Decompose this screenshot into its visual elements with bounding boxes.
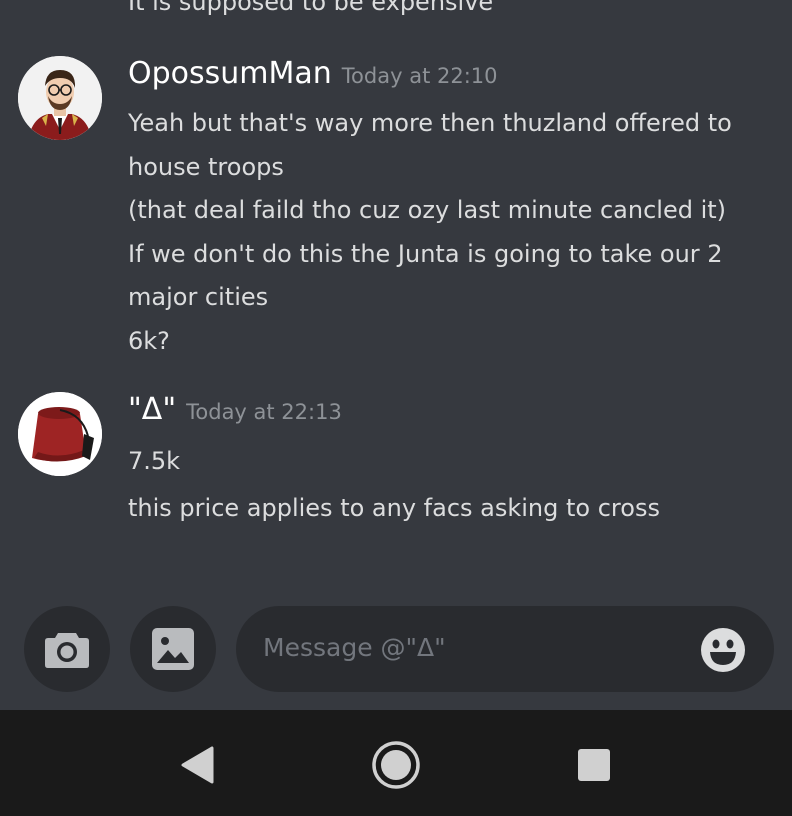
camera-button[interactable] (24, 606, 110, 692)
username[interactable]: OpossumMan (128, 56, 332, 91)
chat-messages: It is supposed to be expensive OpossumMa… (0, 0, 792, 600)
timestamp: Today at 22:13 (186, 400, 342, 424)
triangle-back-icon (181, 746, 214, 784)
back-button[interactable] (172, 740, 222, 790)
message-line: Yeah but that's way more then thuzland o… (128, 109, 732, 137)
message-line: major cities (128, 283, 269, 311)
previous-message-text: It is supposed to be expensive (128, 0, 494, 16)
message-line: this price applies to any facs asking to… (128, 493, 660, 522)
home-button[interactable] (371, 740, 421, 790)
gallery-button[interactable] (130, 606, 216, 692)
message-header: OpossumMan Today at 22:10 (128, 56, 498, 91)
message-body: 7.5k this price applies to any facs aski… (128, 440, 660, 530)
recents-button[interactable] (569, 740, 619, 790)
message-line: house troops (128, 152, 284, 181)
username[interactable]: "Δ" (128, 392, 176, 427)
message-header: "Δ" Today at 22:13 (128, 392, 342, 427)
image-icon (152, 628, 194, 670)
message-line: If we don't do this the Junta is going t… (128, 239, 723, 268)
message-input-placeholder: Message @"Δ" (263, 633, 446, 662)
fez-hat-avatar-icon (18, 392, 102, 476)
smiley-face-icon[interactable] (700, 627, 746, 673)
avatar[interactable] (18, 392, 102, 476)
square-recents-icon (578, 749, 610, 781)
message-line: 7.5k (128, 447, 181, 475)
message-input[interactable]: Message @"Δ" (236, 606, 774, 692)
timestamp: Today at 22:10 (341, 64, 498, 88)
system-navigation-bar (0, 710, 792, 816)
message-body: Yeah but that's way more then thuzland o… (128, 102, 732, 363)
cartoon-man-avatar-icon (18, 56, 102, 140)
avatar[interactable] (18, 56, 102, 140)
camera-icon (45, 633, 89, 668)
message-line: (that deal faild tho cuz ozy last minute… (128, 196, 727, 224)
circle-home-icon (372, 741, 420, 789)
message-composer: Message @"Δ" (0, 600, 792, 710)
message-line: 6k? (128, 326, 170, 355)
